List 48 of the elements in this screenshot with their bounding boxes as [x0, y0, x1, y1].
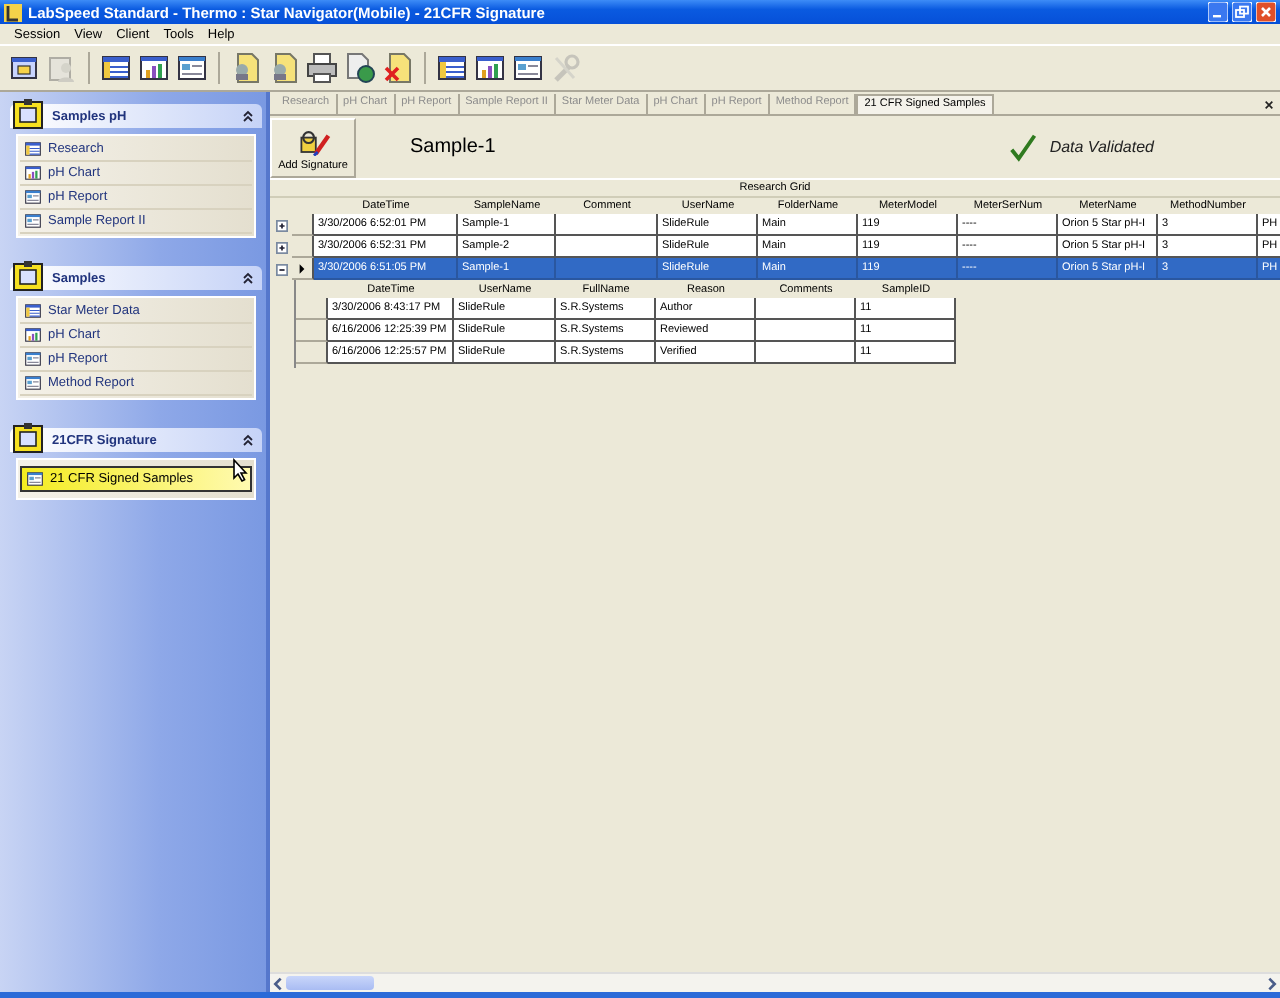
form-icon [24, 374, 42, 392]
status-text: Data Validated [1049, 138, 1154, 156]
form-icon [24, 350, 42, 368]
document-globe-icon[interactable] [344, 52, 376, 84]
horizontal-scrollbar[interactable] [270, 972, 1280, 992]
grid-icon[interactable] [100, 52, 132, 84]
table-cell [756, 342, 856, 364]
close-icon[interactable] [1264, 100, 1274, 110]
scroll-right-icon[interactable] [1264, 975, 1280, 991]
table-cell [756, 320, 856, 342]
window-icon[interactable] [8, 52, 40, 84]
table-cell [556, 258, 658, 280]
collapse-icon[interactable] [275, 263, 287, 275]
restore-icon[interactable] [1232, 2, 1252, 22]
bar-chart-icon [24, 326, 42, 344]
grid-icon[interactable] [436, 52, 468, 84]
document-user-icon[interactable] [268, 52, 300, 84]
form-icon [24, 212, 42, 230]
grid-icon [24, 140, 42, 158]
group-icon [12, 98, 44, 130]
group-icon [12, 260, 44, 292]
expand-icon[interactable] [275, 219, 287, 231]
collapse-icon[interactable] [242, 110, 254, 122]
minimize-icon[interactable] [1208, 2, 1228, 22]
table-cell [556, 236, 658, 258]
group-icon [12, 422, 44, 454]
collapse-icon[interactable] [242, 272, 254, 284]
collapse-icon[interactable] [242, 434, 254, 446]
grid-icon [24, 302, 42, 320]
lock-pen-icon [295, 129, 331, 155]
app-icon [4, 3, 22, 21]
sample-title: Sample-1 [410, 136, 496, 158]
bar-chart-icon[interactable] [474, 52, 506, 84]
scroll-left-icon[interactable] [270, 975, 286, 991]
bar-chart-icon[interactable] [138, 52, 170, 84]
expand-icon[interactable] [275, 241, 287, 253]
table-cell [556, 214, 658, 236]
form-icon [24, 188, 42, 206]
current-row-icon [298, 263, 306, 273]
form-icon[interactable] [512, 52, 544, 84]
form-icon[interactable] [176, 52, 208, 84]
scroll-thumb[interactable] [286, 975, 374, 989]
form-icon [26, 470, 44, 488]
printer-icon[interactable] [306, 52, 338, 84]
bar-chart-icon [24, 164, 42, 182]
document-user-icon[interactable] [230, 52, 262, 84]
table-cell [756, 298, 856, 320]
document-delete-icon[interactable] [382, 52, 414, 84]
